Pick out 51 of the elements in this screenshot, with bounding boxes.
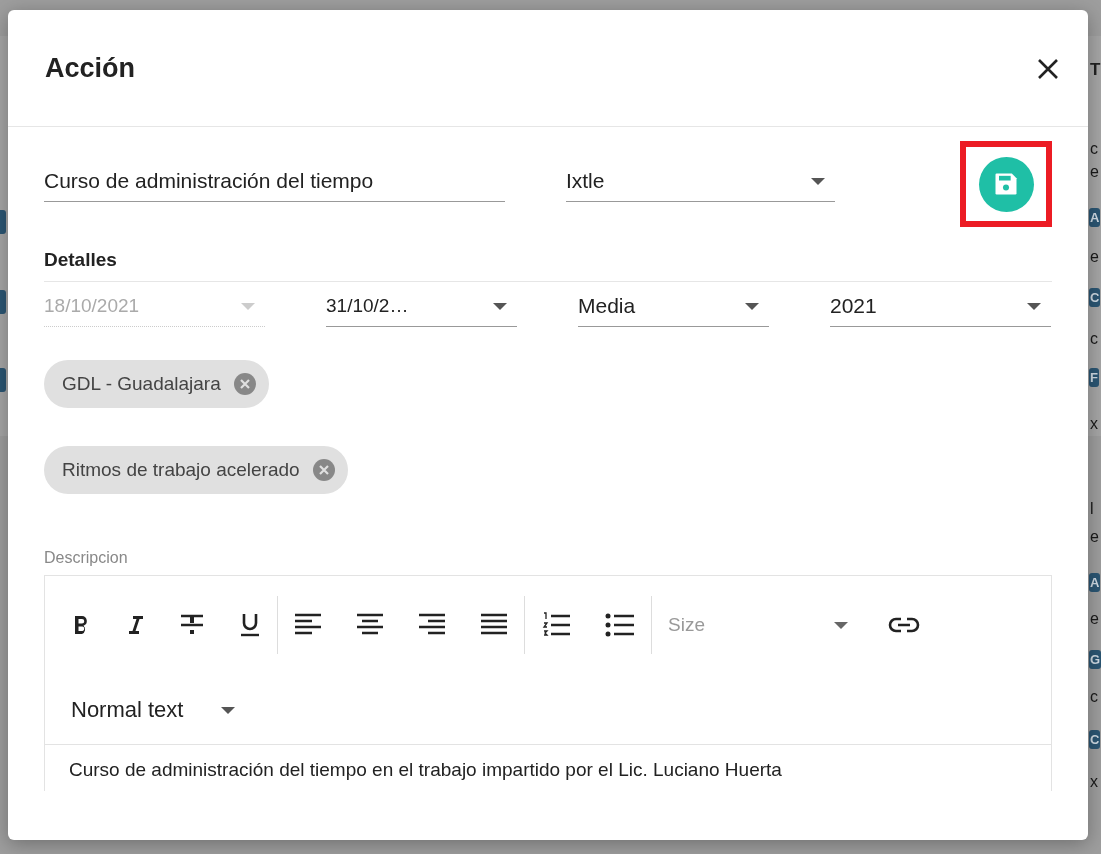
close-icon[interactable] (1036, 57, 1060, 81)
text-fragment: c (1090, 688, 1098, 706)
chip[interactable]: GDL - Guadalajara (44, 360, 269, 408)
dropdown-field[interactable]: 2021 (830, 282, 1051, 327)
text-fragment: x (1090, 415, 1098, 433)
tag-label: A (1089, 208, 1101, 227)
caret-icon (745, 302, 759, 310)
justify-icon[interactable] (480, 613, 508, 637)
tag-label: C (1089, 730, 1101, 749)
caret-icon (834, 621, 848, 629)
text-fragment: e (1090, 163, 1099, 181)
chip[interactable]: Ritmos de trabajo acelerado (44, 446, 348, 494)
dialog-title: Acción (45, 52, 136, 84)
name-field[interactable]: Curso de administración del tiempo (44, 141, 505, 202)
text-fragment: x (1090, 773, 1098, 791)
align-center-icon[interactable] (356, 613, 384, 637)
material-select[interactable]: Ixtle (565, 141, 836, 202)
link-icon[interactable] (888, 617, 920, 633)
caret-icon (221, 706, 236, 714)
bullet-list-icon[interactable] (605, 613, 635, 637)
underline-icon[interactable] (239, 613, 261, 637)
dropdown-field[interactable]: Media (578, 282, 769, 327)
text-fragment: e (1090, 248, 1099, 266)
remove-icon[interactable] (311, 458, 336, 482)
strikethrough-icon[interactable] (179, 614, 205, 636)
align-right-icon[interactable] (418, 613, 446, 637)
text-fragment: e (1090, 528, 1099, 546)
text-format-select[interactable]: Normal text (71, 690, 251, 730)
tag-shape (0, 368, 6, 392)
caret-icon (241, 302, 255, 310)
section-title: Detalles (44, 249, 1052, 282)
caret-icon (493, 302, 507, 310)
tag-shape (0, 290, 6, 314)
caret-icon (811, 177, 826, 185)
tag-label: C (1089, 288, 1101, 307)
text-fragment: e (1090, 610, 1099, 628)
remove-icon[interactable] (232, 372, 257, 396)
tag-label: A (1089, 573, 1101, 592)
description-text: Curso de administración del tiempo en el trabajo impartido por el Lic. Luciano Huerta (69, 759, 783, 781)
tag-label: F (1089, 368, 1099, 387)
heading-text: T (1090, 60, 1101, 80)
tag-shape (0, 210, 6, 234)
text-fragment: c (1090, 330, 1098, 348)
align-left-icon[interactable] (294, 613, 322, 637)
text-fragment: c (1090, 140, 1098, 158)
numbered-list-icon[interactable] (541, 612, 571, 638)
dropdown-field[interactable]: 31/10/2… (326, 282, 517, 327)
tag-label: G (1089, 650, 1101, 669)
field-label: Descripcion (44, 549, 129, 567)
caret-icon (1027, 302, 1041, 310)
text-fragment: l (1090, 500, 1094, 518)
